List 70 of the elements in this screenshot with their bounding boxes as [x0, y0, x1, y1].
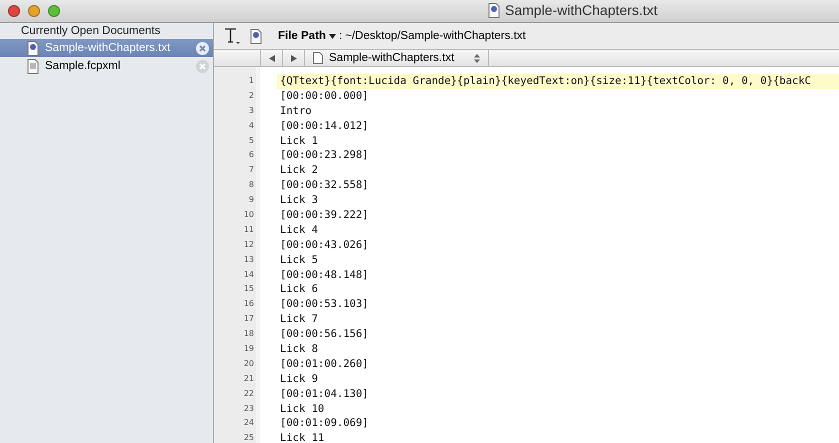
path-label[interactable]: File Path [278, 30, 326, 42]
code-line: [00:00:14.012] [279, 118, 370, 134]
zoom-window-button[interactable] [48, 5, 60, 17]
window-title: Sample-withChapters.txt [505, 2, 658, 18]
caret-icon[interactable] [328, 34, 336, 38]
line-number: 4 [248, 120, 254, 132]
document-icon [313, 52, 323, 64]
code-line: [00:01:00.260] [279, 356, 370, 372]
code-line: Lick 3 [279, 193, 319, 208]
up-down-arrows-icon [474, 54, 480, 62]
code-line: Lick 11 [279, 431, 326, 443]
line-number: 18 [242, 328, 254, 340]
line-number: 3 [248, 104, 254, 117]
line-number: 10 [242, 209, 254, 222]
line-number: 1 [248, 75, 254, 87]
code-line: Lick 6 [279, 282, 319, 298]
code-line: [00:00:43.026] [279, 238, 370, 253]
file-selector[interactable]: Sample-withChapters.txt [304, 50, 490, 66]
line-number: 19 [242, 343, 254, 356]
code-line: Lick 8 [279, 342, 319, 357]
right-arrow-icon [290, 54, 296, 62]
file-path: ~/Desktop/Sample-withChapters.txt [345, 30, 526, 42]
line-number: 14 [242, 268, 254, 281]
code-line: [00:00:56.156] [279, 327, 370, 342]
line-number: 15 [242, 283, 254, 296]
code-line: Intro [279, 104, 313, 119]
line-number: 22 [242, 388, 254, 400]
line-number: 23 [242, 402, 254, 415]
left-arrow-icon [268, 54, 274, 62]
close-icon[interactable] [196, 42, 209, 54]
code-line: [00:00:39.222] [279, 208, 370, 223]
document-icon [27, 58, 39, 74]
line-number: 13 [242, 254, 254, 266]
line-number: 16 [242, 298, 254, 310]
line-number: 6 [248, 149, 254, 162]
code-line: Lick 2 [279, 163, 319, 178]
line-number: 21 [242, 372, 254, 385]
path-separator: : [338, 30, 342, 42]
code-line: [00:00:23.298] [279, 148, 370, 164]
sidebar-item[interactable]: Sample.fcpxml [0, 57, 213, 75]
code-line: [00:00:53.103] [279, 297, 370, 312]
code-line: [00:01:04.130] [279, 386, 370, 402]
line-number: 20 [242, 358, 254, 370]
line-number: 24 [242, 417, 254, 430]
sidebar-heading: Currently Open Documents [20, 24, 162, 39]
text-format-icon[interactable] [224, 27, 240, 45]
code-line: Lick 7 [279, 312, 319, 328]
code-line: Lick 9 [279, 372, 319, 387]
minimize-window-button[interactable] [28, 5, 40, 17]
line-number: 25 [242, 432, 254, 443]
code-line: [00:00:48.148] [279, 268, 370, 282]
code-line: Lick 1 [279, 134, 319, 148]
code-line: [00:00:00.000] [279, 88, 370, 104]
code-line: [00:01:09.069] [279, 416, 370, 432]
line-number: 5 [248, 134, 254, 147]
code-line: [00:00:32.558] [279, 178, 370, 194]
document-icon [488, 2, 500, 18]
line-number: 8 [248, 179, 254, 192]
document-icon[interactable] [250, 28, 262, 44]
document-icon [27, 40, 39, 56]
code-line: Lick 5 [279, 252, 319, 268]
line-number: 9 [248, 194, 254, 206]
line-number: 17 [242, 313, 254, 326]
code-line: Lick 4 [279, 222, 319, 238]
line-number: 12 [242, 238, 254, 251]
line-number: 11 [242, 224, 254, 236]
line-number: 7 [248, 164, 254, 176]
code-line: Lick 10 [279, 402, 326, 416]
line-number: 2 [248, 90, 254, 102]
close-window-button[interactable] [8, 5, 20, 17]
